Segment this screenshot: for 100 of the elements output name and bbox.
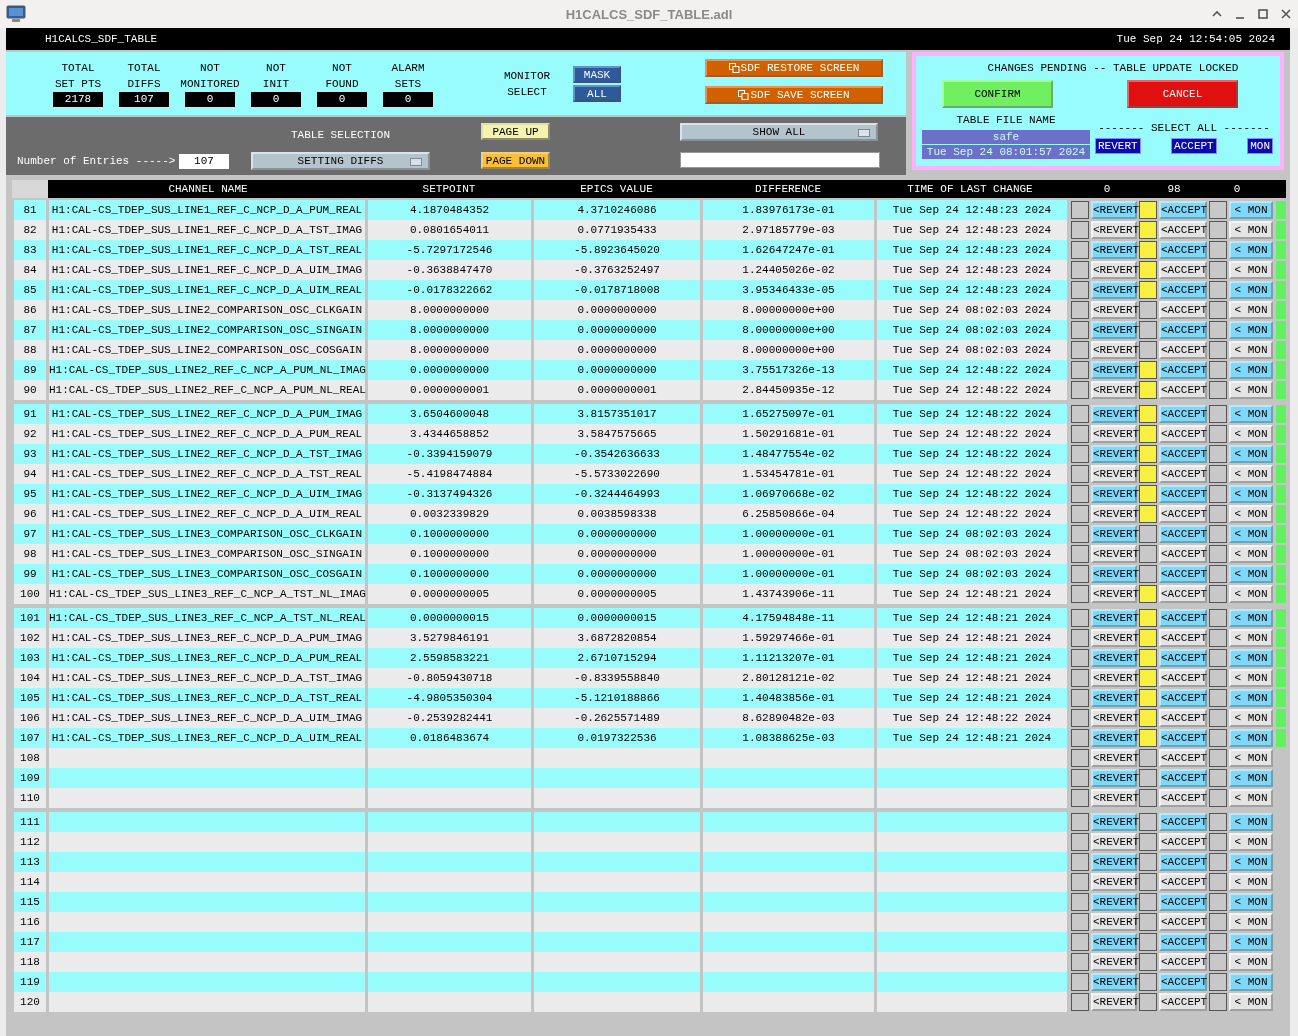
monitor-button[interactable]: < MON: [1229, 261, 1273, 279]
revert-button[interactable]: <REVERT: [1091, 261, 1137, 279]
accept-checkbox[interactable]: [1139, 585, 1157, 603]
revert-checkbox[interactable]: [1071, 893, 1089, 911]
revert-checkbox[interactable]: [1071, 545, 1089, 563]
monitor-button[interactable]: < MON: [1229, 585, 1273, 603]
monitor-checkbox[interactable]: [1209, 545, 1227, 563]
monitor-checkbox[interactable]: [1209, 201, 1227, 219]
revert-button[interactable]: <REVERT: [1091, 729, 1137, 747]
accept-button[interactable]: <ACCEPT: [1159, 565, 1207, 583]
monitor-button[interactable]: < MON: [1229, 361, 1273, 379]
accept-button[interactable]: <ACCEPT: [1159, 913, 1207, 931]
monitor-button[interactable]: < MON: [1229, 221, 1273, 239]
accept-checkbox[interactable]: [1139, 953, 1157, 971]
revert-button[interactable]: <REVERT: [1091, 321, 1137, 339]
revert-checkbox[interactable]: [1071, 689, 1089, 707]
revert-checkbox[interactable]: [1071, 261, 1089, 279]
revert-button[interactable]: <REVERT: [1091, 465, 1137, 483]
monitor-button[interactable]: < MON: [1229, 933, 1273, 951]
revert-checkbox[interactable]: [1071, 833, 1089, 851]
monitor-button[interactable]: < MON: [1229, 629, 1273, 647]
accept-button[interactable]: <ACCEPT: [1159, 749, 1207, 767]
revert-button[interactable]: <REVERT: [1091, 525, 1137, 543]
monitor-button[interactable]: < MON: [1229, 953, 1273, 971]
monitor-button[interactable]: < MON: [1229, 609, 1273, 627]
monitor-checkbox[interactable]: [1209, 993, 1227, 1011]
accept-checkbox[interactable]: [1139, 853, 1157, 871]
revert-button[interactable]: <REVERT: [1091, 669, 1137, 687]
monitor-button[interactable]: < MON: [1229, 893, 1273, 911]
accept-button[interactable]: <ACCEPT: [1159, 993, 1207, 1011]
accept-button[interactable]: <ACCEPT: [1159, 221, 1207, 239]
revert-checkbox[interactable]: [1071, 853, 1089, 871]
revert-checkbox[interactable]: [1071, 525, 1089, 543]
accept-button[interactable]: <ACCEPT: [1159, 833, 1207, 851]
monitor-button[interactable]: < MON: [1229, 445, 1273, 463]
revert-checkbox[interactable]: [1071, 913, 1089, 931]
revert-button[interactable]: <REVERT: [1091, 749, 1137, 767]
accept-button[interactable]: <ACCEPT: [1159, 361, 1207, 379]
accept-checkbox[interactable]: [1139, 933, 1157, 951]
revert-button[interactable]: <REVERT: [1091, 813, 1137, 831]
revert-checkbox[interactable]: [1071, 769, 1089, 787]
revert-button[interactable]: <REVERT: [1091, 913, 1137, 931]
accept-checkbox[interactable]: [1139, 261, 1157, 279]
accept-checkbox[interactable]: [1139, 241, 1157, 259]
accept-checkbox[interactable]: [1139, 565, 1157, 583]
accept-button[interactable]: <ACCEPT: [1159, 585, 1207, 603]
accept-button[interactable]: <ACCEPT: [1159, 729, 1207, 747]
select-all-button[interactable]: REVERT: [1095, 138, 1141, 154]
accept-button[interactable]: <ACCEPT: [1159, 545, 1207, 563]
monitor-checkbox[interactable]: [1209, 973, 1227, 991]
revert-button[interactable]: <REVERT: [1091, 565, 1137, 583]
monitor-checkbox[interactable]: [1209, 485, 1227, 503]
monitor-checkbox[interactable]: [1209, 381, 1227, 399]
revert-checkbox[interactable]: [1071, 281, 1089, 299]
revert-button[interactable]: <REVERT: [1091, 445, 1137, 463]
revert-checkbox[interactable]: [1071, 505, 1089, 523]
confirm-button[interactable]: CONFIRM: [942, 80, 1053, 108]
monitor-checkbox[interactable]: [1209, 341, 1227, 359]
monitor-button[interactable]: < MON: [1229, 853, 1273, 871]
accept-button[interactable]: <ACCEPT: [1159, 405, 1207, 423]
monitor-checkbox[interactable]: [1209, 445, 1227, 463]
monitor-button[interactable]: < MON: [1229, 201, 1273, 219]
page-button[interactable]: PAGE DOWN: [481, 152, 550, 169]
accept-checkbox[interactable]: [1139, 789, 1157, 807]
revert-checkbox[interactable]: [1071, 425, 1089, 443]
monitor-checkbox[interactable]: [1209, 465, 1227, 483]
monitor-checkbox[interactable]: [1209, 853, 1227, 871]
monitor-checkbox[interactable]: [1209, 813, 1227, 831]
monitor-button[interactable]: < MON: [1229, 381, 1273, 399]
monitor-button[interactable]: < MON: [1229, 689, 1273, 707]
accept-button[interactable]: <ACCEPT: [1159, 813, 1207, 831]
monitor-select-button[interactable]: MASK: [573, 66, 621, 83]
accept-checkbox[interactable]: [1139, 341, 1157, 359]
filter-menu[interactable]: SHOW ALL: [680, 123, 878, 141]
monitor-button[interactable]: < MON: [1229, 281, 1273, 299]
monitor-button[interactable]: < MON: [1229, 485, 1273, 503]
accept-checkbox[interactable]: [1139, 913, 1157, 931]
accept-checkbox[interactable]: [1139, 609, 1157, 627]
select-all-button[interactable]: ACCEPT: [1171, 138, 1217, 154]
revert-button[interactable]: <REVERT: [1091, 609, 1137, 627]
accept-checkbox[interactable]: [1139, 221, 1157, 239]
accept-checkbox[interactable]: [1139, 729, 1157, 747]
monitor-checkbox[interactable]: [1209, 321, 1227, 339]
revert-button[interactable]: <REVERT: [1091, 789, 1137, 807]
monitor-button[interactable]: < MON: [1229, 301, 1273, 319]
revert-button[interactable]: <REVERT: [1091, 221, 1137, 239]
accept-button[interactable]: <ACCEPT: [1159, 873, 1207, 891]
revert-checkbox[interactable]: [1071, 873, 1089, 891]
revert-button[interactable]: <REVERT: [1091, 993, 1137, 1011]
revert-button[interactable]: <REVERT: [1091, 425, 1137, 443]
revert-checkbox[interactable]: [1071, 973, 1089, 991]
accept-checkbox[interactable]: [1139, 649, 1157, 667]
accept-checkbox[interactable]: [1139, 893, 1157, 911]
revert-button[interactable]: <REVERT: [1091, 953, 1137, 971]
monitor-checkbox[interactable]: [1209, 689, 1227, 707]
revert-checkbox[interactable]: [1071, 649, 1089, 667]
monitor-checkbox[interactable]: [1209, 873, 1227, 891]
revert-button[interactable]: <REVERT: [1091, 893, 1137, 911]
monitor-button[interactable]: < MON: [1229, 973, 1273, 991]
revert-checkbox[interactable]: [1071, 933, 1089, 951]
